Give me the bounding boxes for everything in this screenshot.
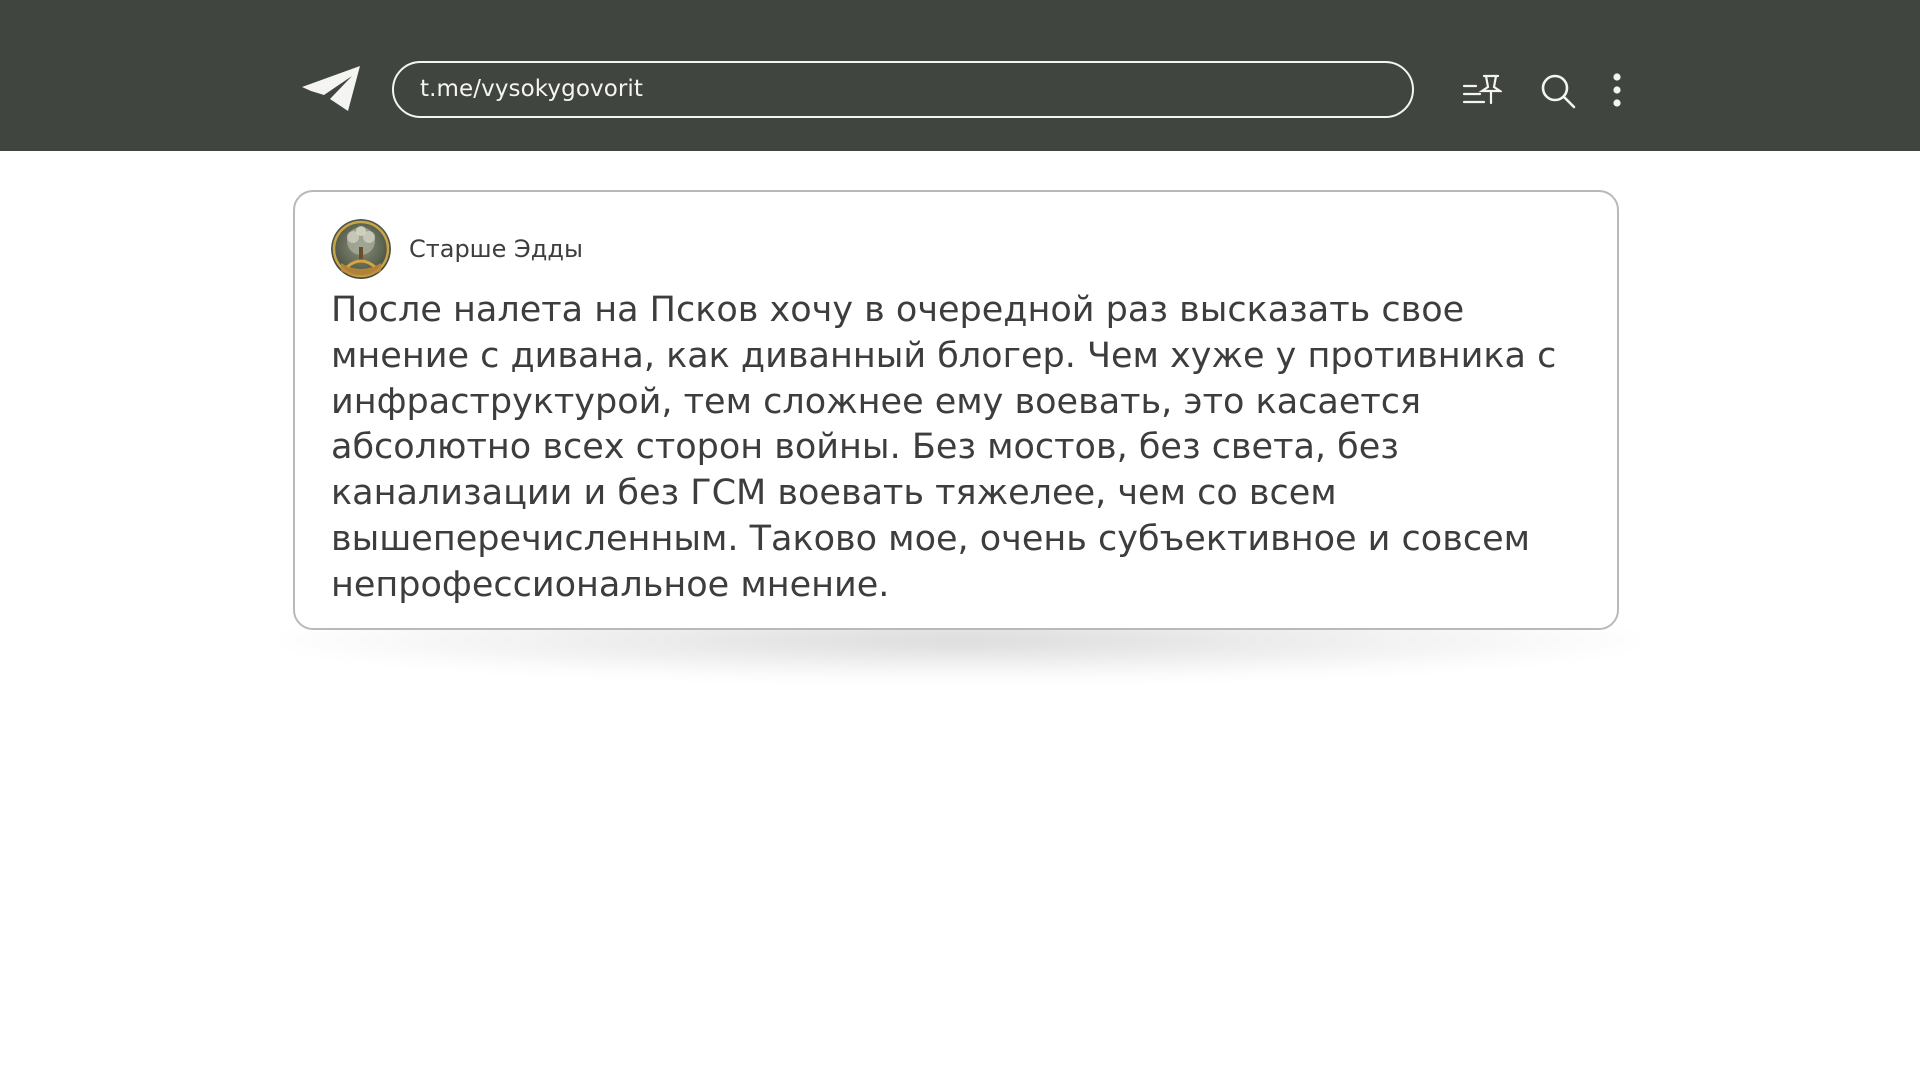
post-text: После налета на Псков хочу в очередной р… (331, 290, 1557, 605)
channel-avatar[interactable] (331, 219, 391, 279)
post-card: Старше Эдды После налета на Псков хочу в… (293, 190, 1619, 630)
url-bar[interactable]: t.me/vysokygovorit (392, 61, 1414, 118)
author-name[interactable]: Старше Эдды (409, 234, 583, 264)
telegram-logo-icon[interactable] (300, 64, 362, 114)
more-vertical-icon[interactable] (1605, 72, 1629, 108)
search-icon[interactable] (1540, 73, 1576, 109)
url-text: t.me/vysokygovorit (420, 76, 644, 102)
pinned-list-icon[interactable] (1462, 73, 1502, 107)
top-bar: t.me/vysokygovorit (0, 0, 1920, 151)
